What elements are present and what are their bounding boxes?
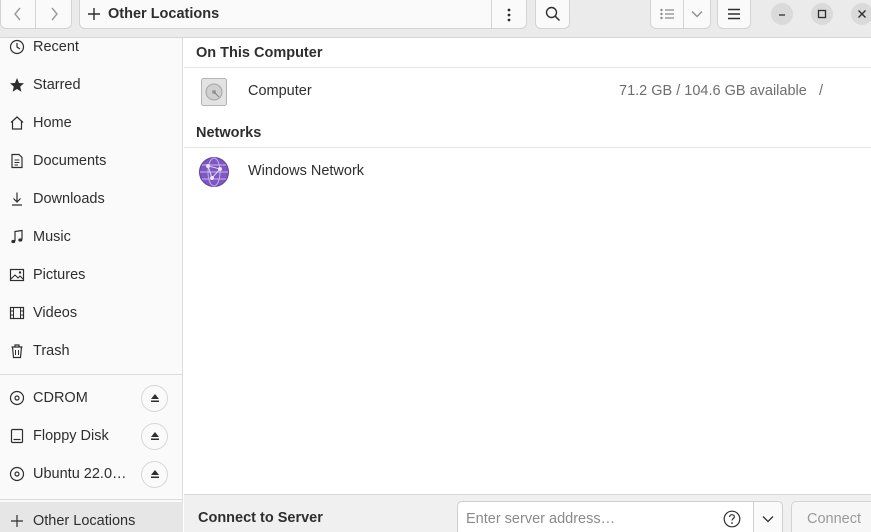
eject-icon — [150, 394, 159, 402]
sidebar-divider — [0, 374, 183, 375]
recent-servers-button[interactable] — [753, 501, 783, 532]
home-icon — [8, 114, 26, 132]
sidebar-item-label: Starred — [33, 77, 81, 93]
sidebar-item-label: Other Locations — [33, 513, 136, 529]
location-space-info: 71.2 GB / 104.6 GB available — [619, 83, 807, 99]
forward-button[interactable] — [36, 0, 72, 29]
close-button[interactable] — [851, 3, 871, 25]
hard-drive-icon — [201, 78, 227, 106]
music-icon — [8, 228, 26, 246]
section-heading-networks: Networks — [196, 125, 262, 141]
sidebar-item-label: Pictures — [33, 267, 86, 283]
maximize-icon — [817, 9, 827, 19]
chevron-down-icon — [762, 516, 774, 523]
server-address-field[interactable] — [457, 501, 754, 532]
disc-icon — [8, 389, 26, 407]
sidebar-item-trash[interactable]: Trash — [0, 332, 183, 370]
recent-icon — [8, 38, 26, 56]
eject-button[interactable] — [141, 384, 168, 412]
eject-button[interactable] — [141, 460, 168, 488]
sidebar-item-label: Videos — [33, 305, 78, 321]
current-location-label: Other Locations — [108, 6, 220, 22]
connect-to-server-bar: Connect to Server Connect — [184, 494, 871, 532]
downloads-icon — [8, 190, 26, 208]
close-icon — [858, 10, 866, 18]
path-bar[interactable]: Other Locations — [79, 0, 527, 29]
star-icon — [8, 76, 26, 94]
vertical-dots-icon — [507, 8, 511, 21]
sidebar-item-cdrom[interactable]: CDROM — [0, 379, 183, 417]
sidebar-item-label: Recent — [33, 39, 79, 55]
location-row-computer[interactable]: Computer 71.2 GB / 104.6 GB available / — [184, 68, 871, 116]
eject-button[interactable] — [141, 422, 168, 450]
locations-view: On This Computer Computer 71.2 GB / 104.… — [184, 38, 871, 494]
chevron-left-icon — [14, 7, 21, 21]
sidebar-item-recent[interactable]: Recent — [0, 28, 183, 66]
search-icon — [545, 6, 560, 22]
list-view-icon — [660, 8, 674, 20]
plus-icon — [8, 512, 26, 530]
sidebar-item-ubuntu[interactable]: Ubuntu 22.0… — [0, 455, 183, 493]
sidebar-item-other-locations[interactable]: Other Locations — [0, 502, 183, 532]
location-name: Windows Network — [248, 163, 365, 179]
sidebar-item-home[interactable]: Home — [0, 104, 183, 142]
back-button[interactable] — [0, 0, 36, 29]
eject-icon — [150, 470, 159, 478]
disc-icon — [8, 465, 26, 483]
sidebar-item-documents[interactable]: Documents — [0, 142, 183, 180]
sidebar-item-label: CDROM — [33, 390, 88, 406]
sidebar-item-label: Trash — [33, 343, 70, 359]
sidebar-item-label: Ubuntu 22.0… — [33, 466, 127, 482]
sidebar: Recent Starred Home Documents Downloads … — [0, 38, 183, 532]
help-icon[interactable] — [723, 510, 741, 528]
sidebar-item-floppy[interactable]: Floppy Disk — [0, 417, 183, 455]
maximize-button[interactable] — [811, 3, 833, 25]
connect-button[interactable]: Connect — [791, 501, 871, 532]
list-view-button[interactable] — [650, 0, 684, 29]
sidebar-item-pictures[interactable]: Pictures — [0, 256, 183, 294]
sidebar-item-label: Documents — [33, 153, 107, 169]
section-heading-on-this-computer: On This Computer — [196, 45, 323, 61]
sidebar-item-label: Home — [33, 115, 72, 131]
documents-icon — [8, 152, 26, 170]
network-icon — [199, 157, 229, 187]
location-path: / — [819, 83, 824, 99]
eject-icon — [150, 432, 159, 440]
sidebar-divider — [0, 499, 183, 500]
chevron-right-icon — [50, 7, 58, 21]
sidebar-item-downloads[interactable]: Downloads — [0, 180, 183, 218]
view-options-button[interactable] — [683, 0, 711, 29]
sidebar-item-label: Downloads — [33, 191, 105, 207]
chevron-down-icon — [691, 11, 703, 18]
sidebar-item-videos[interactable]: Videos — [0, 294, 183, 332]
location-name: Computer — [248, 83, 312, 99]
pictures-icon — [8, 266, 26, 284]
server-address-input[interactable] — [466, 509, 716, 529]
sidebar-item-starred[interactable]: Starred — [0, 66, 183, 104]
search-button[interactable] — [535, 0, 570, 29]
trash-icon — [8, 342, 26, 360]
location-row-windows-network[interactable]: Windows Network — [184, 148, 871, 196]
minimize-button[interactable] — [771, 3, 793, 25]
drive-icon — [8, 427, 26, 445]
connect-to-server-label: Connect to Server — [198, 510, 323, 526]
sidebar-item-music[interactable]: Music — [0, 218, 183, 256]
main-menu-button[interactable] — [717, 0, 751, 29]
plus-icon — [88, 8, 100, 20]
videos-icon — [8, 304, 26, 322]
sidebar-item-label: Floppy Disk — [33, 428, 109, 444]
path-menu-button[interactable] — [492, 0, 526, 29]
sidebar-item-label: Music — [33, 229, 71, 245]
minimize-icon — [779, 14, 785, 16]
hamburger-icon — [728, 8, 740, 20]
